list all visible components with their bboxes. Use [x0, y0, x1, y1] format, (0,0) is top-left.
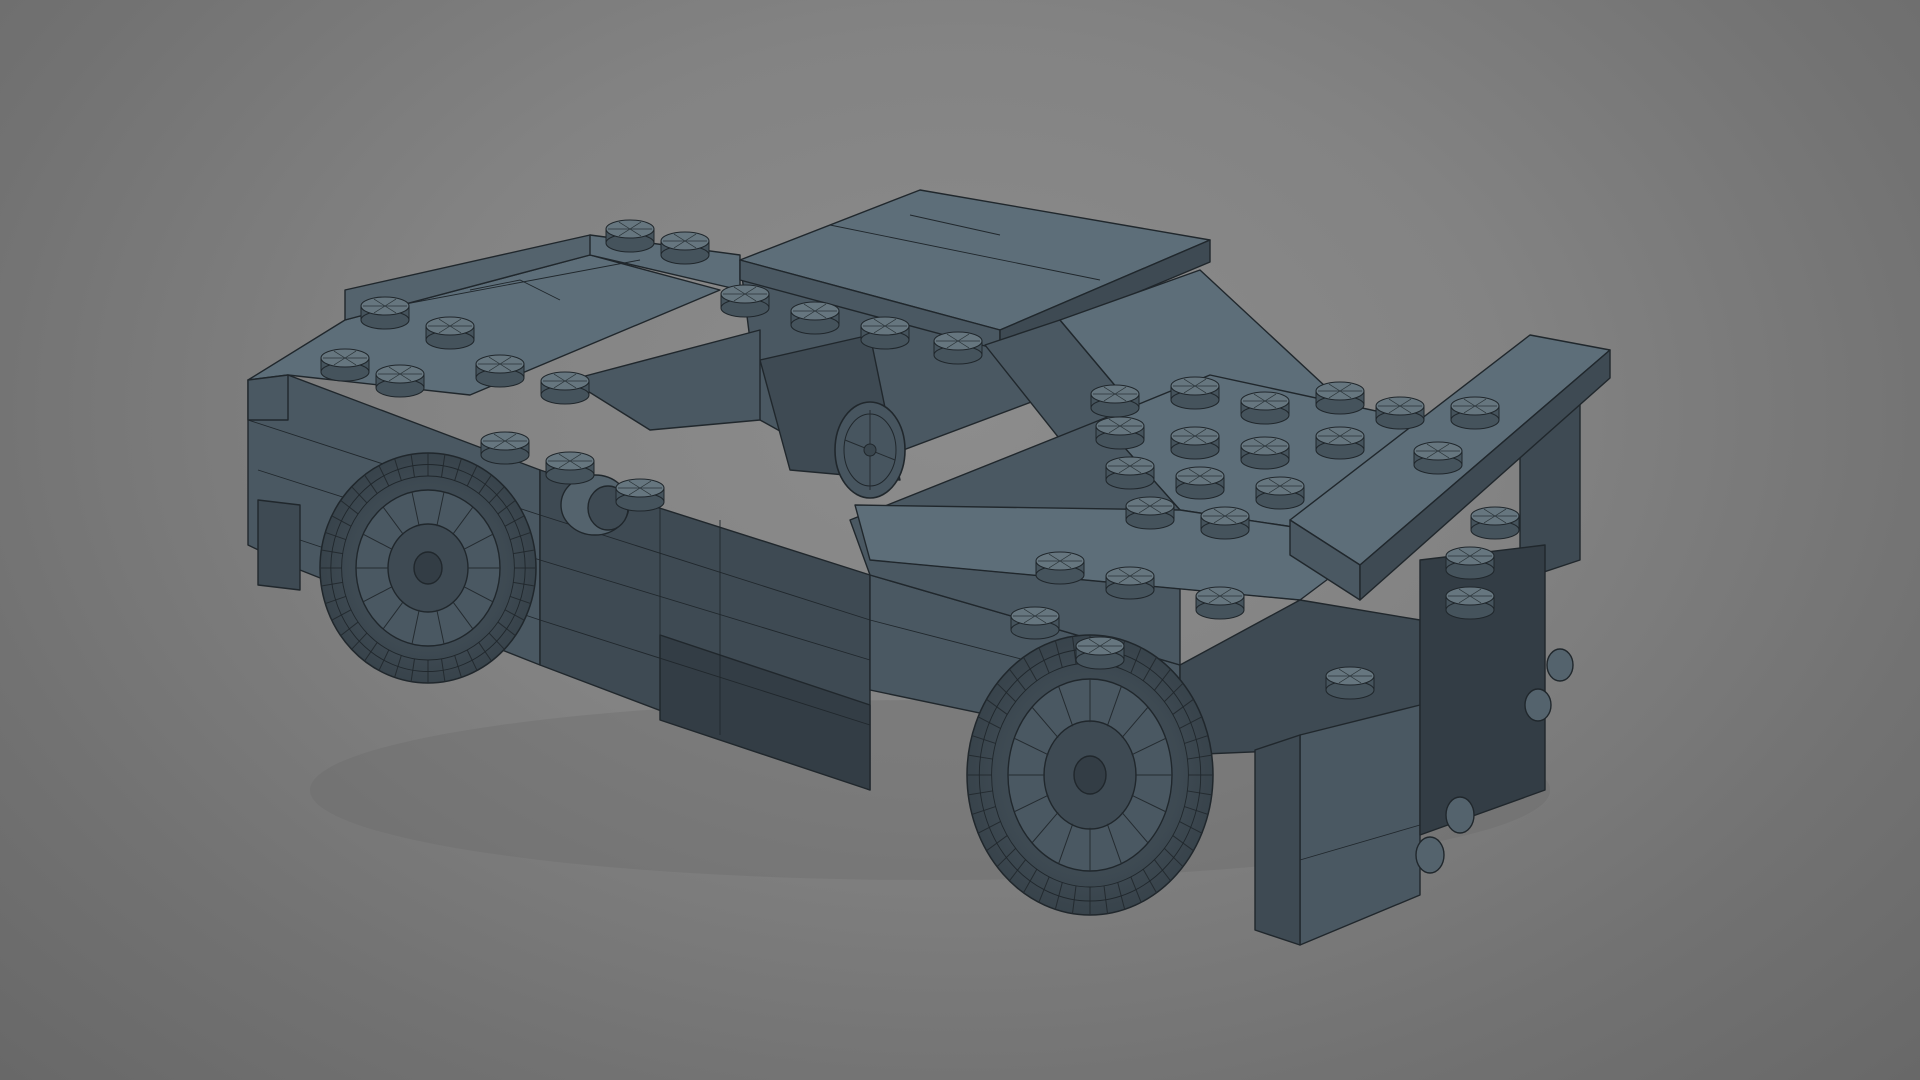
stud	[1470, 506, 1520, 540]
stud	[1255, 476, 1305, 510]
stud	[1075, 636, 1125, 670]
axle	[1073, 755, 1107, 795]
stud	[1105, 566, 1155, 600]
stud	[375, 364, 425, 398]
stud	[615, 478, 665, 512]
stud	[660, 231, 710, 265]
stud	[1240, 436, 1290, 470]
stud	[1240, 391, 1290, 425]
c-pillar	[569, 329, 761, 431]
stud	[475, 354, 525, 388]
stud	[540, 371, 590, 405]
rear-bumper-block	[257, 499, 301, 591]
stud	[480, 431, 530, 465]
rear-deck-edge	[247, 374, 289, 421]
stud	[1170, 376, 1220, 410]
stud	[1195, 586, 1245, 620]
light-cylinder	[1524, 688, 1552, 722]
stud	[1125, 496, 1175, 530]
stud	[320, 348, 370, 382]
light-cylinder	[1445, 796, 1475, 834]
stud	[1450, 396, 1500, 430]
stud	[425, 316, 475, 350]
stud	[545, 451, 595, 485]
stud	[1105, 456, 1155, 490]
front-wheel[interactable]	[966, 634, 1214, 916]
stud	[1035, 551, 1085, 585]
stud	[790, 301, 840, 335]
stud	[860, 316, 910, 350]
stud	[1315, 426, 1365, 460]
stud	[1200, 506, 1250, 540]
stud	[933, 331, 983, 365]
steering-wheel[interactable]	[834, 401, 906, 499]
bumper-side	[1254, 734, 1301, 946]
light-cylinder	[1546, 648, 1574, 682]
stud	[360, 296, 410, 330]
stud	[1010, 606, 1060, 640]
stud	[720, 284, 770, 318]
stud	[1375, 396, 1425, 430]
model-canvas[interactable]	[0, 0, 1920, 1080]
stud	[1413, 441, 1463, 475]
rear-wheel[interactable]	[319, 452, 537, 684]
stud	[1445, 586, 1495, 620]
light-cylinder	[1415, 836, 1445, 874]
stud	[1095, 416, 1145, 450]
stud	[1170, 426, 1220, 460]
stud	[1175, 466, 1225, 500]
axle	[413, 551, 443, 585]
stud	[1445, 546, 1495, 580]
stud	[605, 219, 655, 253]
3d-viewport[interactable]	[0, 0, 1920, 1080]
bumper-front	[1299, 704, 1421, 946]
stud	[1090, 384, 1140, 418]
stud	[1315, 381, 1365, 415]
stud	[1325, 666, 1375, 700]
